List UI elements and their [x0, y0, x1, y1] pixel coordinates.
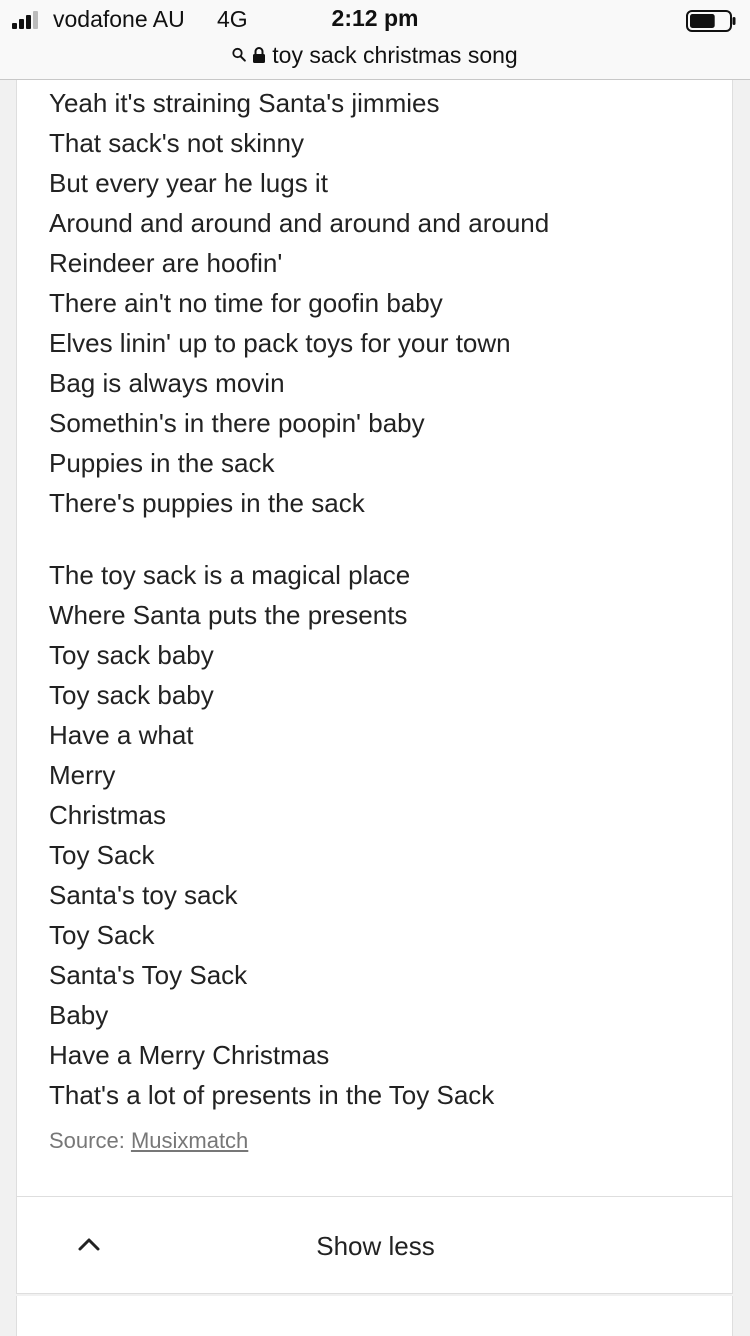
lyric-line: Yeah it's straining Santa's jimmies	[49, 88, 440, 118]
battery-icon	[686, 10, 736, 32]
lyric-line: Toy sack baby	[49, 640, 214, 670]
lyric-line: Have a what	[49, 720, 194, 750]
lyric-line: Bag is always movin	[49, 368, 285, 398]
source-link[interactable]: Musixmatch	[131, 1128, 248, 1153]
lyric-line: Santa's Toy Sack	[49, 960, 248, 990]
lyrics-card: Yeah it's straining Santa's jimmies That…	[16, 80, 733, 1196]
lyric-line: Around and around and around and around	[49, 208, 550, 238]
show-less-button[interactable]: Show less	[16, 1196, 733, 1294]
browser-top-bar: vodafone AU 4G 2:12 pm toy sack christma…	[0, 0, 750, 80]
lyric-line: There ain't no time for goofin baby	[49, 288, 443, 318]
lyric-line: Toy sack baby	[49, 680, 214, 710]
lyric-line: Somethin's in there poopin' baby	[49, 408, 425, 438]
lyric-line: Have a Merry Christmas	[49, 1040, 330, 1070]
show-less-label: Show less	[316, 1231, 435, 1261]
lyric-line: That's a lot of presents in the Toy Sack	[49, 1080, 495, 1110]
lyrics-source: Source: Musixmatch	[49, 1128, 248, 1154]
lyric-line: Christmas	[49, 800, 167, 830]
source-label: Source:	[49, 1128, 131, 1153]
status-time: 2:12 pm	[331, 5, 419, 31]
lyric-line: Merry	[49, 760, 116, 790]
lyric-line: Baby	[49, 1000, 109, 1030]
lyric-line: That sack's not skinny	[49, 128, 304, 158]
lyric-line: Where Santa puts the presents	[49, 600, 408, 630]
lock-icon	[253, 47, 266, 63]
url-query-text: toy sack christmas song	[272, 41, 518, 68]
lyric-line: But every year he lugs it	[49, 168, 328, 198]
lyric-line: Puppies in the sack	[49, 448, 275, 478]
lyric-line: Toy Sack	[49, 840, 155, 870]
lyrics-stanza-2: The toy sack is a magical place Where Sa…	[49, 555, 494, 1115]
lyric-line: There's puppies in the sack	[49, 488, 365, 518]
lyric-line: The toy sack is a magical place	[49, 560, 411, 590]
address-bar[interactable]: toy sack christmas song	[0, 38, 750, 72]
lyric-line: Santa's toy sack	[49, 880, 238, 910]
next-result-card	[16, 1296, 733, 1336]
lyric-line: Toy Sack	[49, 920, 155, 950]
lyric-line: Reindeer are hoofin'	[49, 248, 283, 278]
lyric-line: Elves linin' up to pack toys for your to…	[49, 328, 511, 358]
search-icon	[232, 47, 247, 62]
lyrics-stanza-1: Yeah it's straining Santa's jimmies That…	[49, 83, 549, 523]
